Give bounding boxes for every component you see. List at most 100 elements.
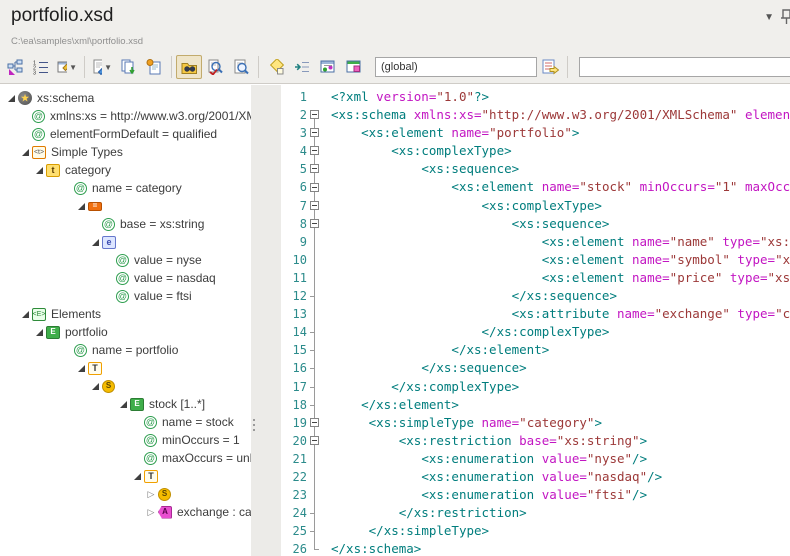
go-to-button[interactable] (289, 55, 315, 79)
tree-row[interactable]: Estock [1..*] (0, 395, 251, 413)
code-line[interactable]: 20 <xs:restriction base="xs:string"> (281, 432, 790, 450)
expand-arrow-icon[interactable] (18, 311, 32, 318)
T-icon: T (144, 470, 158, 483)
tree-row[interactable]: @name = stock (0, 413, 251, 431)
tree-row[interactable]: <E>Elements (0, 305, 251, 323)
code-line[interactable]: 19 <xs:simpleType name="category"> (281, 414, 790, 432)
code-line[interactable]: 9 <xs:element name="name" type="xs:strin… (281, 233, 790, 251)
fold-toggle-icon[interactable] (307, 160, 322, 178)
splitter-grip-icon[interactable] (253, 419, 255, 431)
search-input[interactable] (579, 57, 790, 77)
tree-row[interactable]: @name = portfolio (0, 341, 251, 359)
style-window-button[interactable] (341, 55, 367, 79)
tree-row[interactable]: @name = category (0, 179, 251, 197)
copy-lines-button[interactable] (115, 55, 141, 79)
code-line[interactable]: 6 <xs:element name="stock" minOccurs="1"… (281, 178, 790, 196)
code-editor[interactable]: 1<?xml version="1.0"?>2<xs:schema xmlns:… (281, 85, 790, 556)
code-line[interactable]: 4 <xs:complexType> (281, 142, 790, 160)
fold-toggle-icon[interactable] (307, 178, 322, 196)
tree-row[interactable]: @xmlns:xs = http://www.w3.org/2001/XMLSc… (0, 107, 251, 125)
tree-row[interactable]: @value = nasdaq (0, 269, 251, 287)
line-number: 18 (281, 396, 307, 414)
code-line[interactable]: 14 </xs:complexType> (281, 323, 790, 341)
tree-row[interactable]: ▷Aexchange : category (0, 503, 251, 521)
paste-special-button[interactable] (141, 55, 167, 79)
code-line[interactable]: 24 </xs:restriction> (281, 504, 790, 522)
tree-row[interactable]: @minOccurs = 1 (0, 431, 251, 449)
attr-icon: @ (32, 110, 45, 123)
expand-arrow-icon[interactable] (74, 365, 88, 372)
expand-arrow-icon[interactable] (32, 167, 46, 174)
tree-label: xs:schema (37, 91, 94, 105)
collapse-arrow-icon[interactable]: ▷ (144, 507, 158, 518)
debug-window-button[interactable] (315, 55, 341, 79)
expand-arrow-icon[interactable] (32, 329, 46, 336)
code-line[interactable]: 17 </xs:complexType> (281, 378, 790, 396)
code-line[interactable]: 3 <xs:element name="portfolio"> (281, 124, 790, 142)
validate-button[interactable] (202, 55, 228, 79)
fold-toggle-icon[interactable] (307, 215, 322, 233)
tree-row[interactable]: ▷S (0, 485, 251, 503)
code-line[interactable]: 7 <xs:complexType> (281, 197, 790, 215)
code-line[interactable]: 22 <xs:enumeration value="nasdaq"/> (281, 468, 790, 486)
code-line[interactable]: 18 </xs:element> (281, 396, 790, 414)
numbered-list-button[interactable]: 123 (28, 55, 54, 79)
code-line[interactable]: 25 </xs:simpleType> (281, 522, 790, 540)
expand-arrow-icon[interactable] (4, 95, 18, 102)
code-line[interactable]: 23 <xs:enumeration value="ftsi"/> (281, 486, 790, 504)
tree-row[interactable]: @value = ftsi (0, 287, 251, 305)
fold-toggle-icon[interactable] (307, 432, 322, 450)
fold-toggle-icon[interactable] (307, 197, 322, 215)
expand-arrow-icon[interactable] (18, 149, 32, 156)
code-line[interactable]: 16 </xs:sequence> (281, 359, 790, 377)
find-in-files-button[interactable] (176, 55, 202, 79)
tree-row[interactable]: tcategory (0, 161, 251, 179)
tree-row[interactable]: T (0, 359, 251, 377)
document-title: portfolio.xsd (11, 5, 113, 27)
code-line[interactable]: 8 <xs:sequence> (281, 215, 790, 233)
code-line[interactable]: 10 <xs:element name="symbol" type="xs:st… (281, 251, 790, 269)
tree-row[interactable]: @maxOccurs = unbounded (0, 449, 251, 467)
fold-toggle-icon[interactable] (307, 106, 322, 124)
expand-arrow-icon[interactable] (116, 401, 130, 408)
code-line[interactable]: 21 <xs:enumeration value="nyse"/> (281, 450, 790, 468)
edit-button[interactable]: ▼ (89, 55, 115, 79)
tree-row[interactable]: ★xs:schema (0, 89, 251, 107)
panel-menu-chevron-down-icon[interactable]: ▼ (764, 12, 774, 23)
code-line[interactable]: 26</xs:schema> (281, 540, 790, 556)
schema-view-button[interactable] (2, 55, 28, 79)
scope-combobox[interactable] (375, 57, 537, 77)
code-line[interactable]: 11 <xs:element name="price" type="xs:dec… (281, 269, 790, 287)
schema-tree[interactable]: ★xs:schema@xmlns:xs = http://www.w3.org/… (0, 85, 251, 556)
collapse-arrow-icon[interactable]: ▷ (144, 489, 158, 500)
tree-row[interactable]: = (0, 197, 251, 215)
tree-row[interactable]: @base = xs:string (0, 215, 251, 233)
go-to-definition-button[interactable] (537, 55, 563, 79)
code-line[interactable]: 15 </xs:element> (281, 341, 790, 359)
fold-toggle-icon[interactable] (307, 414, 322, 432)
tree-row[interactable]: S (0, 377, 251, 395)
tree-row[interactable]: e (0, 233, 251, 251)
expand-arrow-icon[interactable] (88, 383, 102, 390)
code-line[interactable]: 1<?xml version="1.0"?> (281, 88, 790, 106)
tree-row[interactable]: <t>Simple Types (0, 143, 251, 161)
tree-label: maxOccurs = unbounded (162, 451, 251, 465)
expand-arrow-icon[interactable] (130, 473, 144, 480)
tree-row[interactable]: Eportfolio (0, 323, 251, 341)
code-line[interactable]: 5 <xs:sequence> (281, 160, 790, 178)
expand-arrow-icon[interactable] (88, 239, 102, 246)
expand-arrow-icon[interactable] (74, 203, 88, 210)
code-line[interactable]: 13 <xs:attribute name="exchange" type="c… (281, 305, 790, 323)
pin-icon[interactable] (780, 8, 790, 31)
fold-toggle-icon[interactable] (307, 124, 322, 142)
code-line[interactable]: 12 </xs:sequence> (281, 287, 790, 305)
code-line[interactable]: 2<xs:schema xmlns:xs="http://www.w3.org/… (281, 106, 790, 124)
transform-button[interactable] (263, 55, 289, 79)
fold-toggle-icon[interactable] (307, 142, 322, 160)
splitter[interactable] (251, 85, 281, 556)
properties-button[interactable]: ▼ (54, 55, 80, 79)
tree-row[interactable]: T (0, 467, 251, 485)
tree-row[interactable]: @elementFormDefault = qualified (0, 125, 251, 143)
tree-row[interactable]: @value = nyse (0, 251, 251, 269)
find-in-document-button[interactable] (228, 55, 254, 79)
